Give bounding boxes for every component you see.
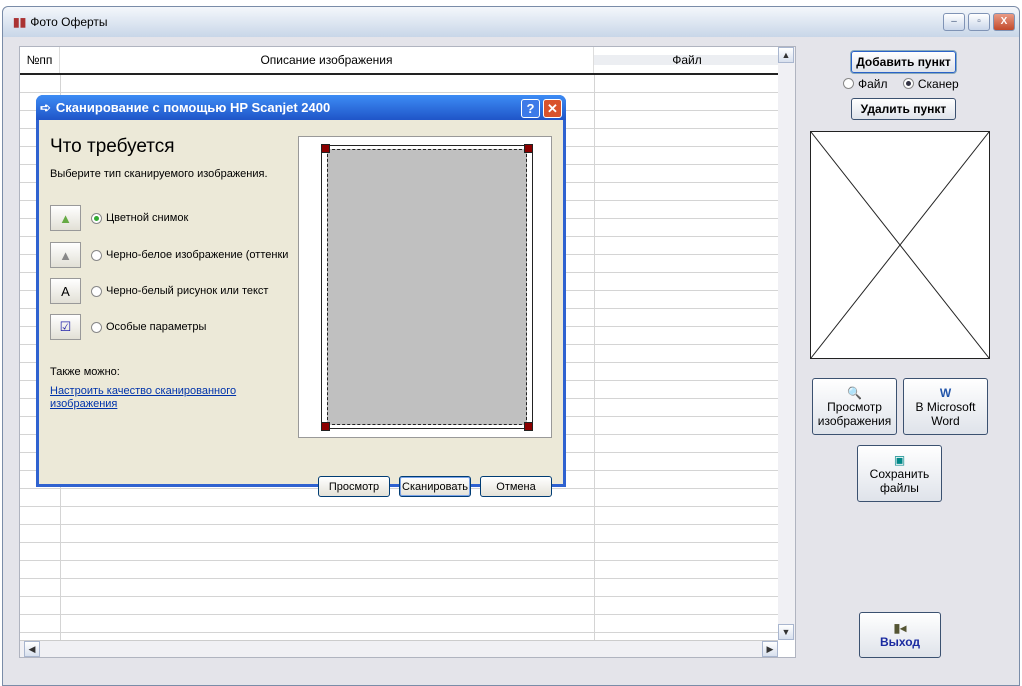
dialog-title: Сканирование с помощью HP Scanjet 2400: [55, 100, 331, 115]
col-file[interactable]: Файл: [594, 47, 780, 73]
scroll-right-button[interactable]: ▶: [762, 641, 778, 657]
title-bar: ▮▮ Фото Оферты – ▫ X: [3, 7, 1019, 37]
scan-dialog: ➪ Сканирование с помощью HP Scanjet 2400…: [36, 95, 566, 497]
option-grayscale[interactable]: ▲ Черно-белое изображение (оттенки: [50, 242, 288, 268]
magnifier-icon: 🔍: [847, 385, 862, 400]
scroll-left-button[interactable]: ◀: [24, 641, 40, 657]
export-word-button[interactable]: W В Microsoft Word: [903, 378, 988, 435]
dialog-title-bar: ➪ Сканирование с помощью HP Scanjet 2400…: [36, 95, 566, 120]
radio-file[interactable]: Файл: [843, 77, 888, 91]
col-number[interactable]: №пп: [20, 47, 60, 73]
window-title: Фото Оферты: [30, 15, 108, 29]
delete-item-button[interactable]: Удалить пункт: [851, 98, 956, 120]
add-item-button[interactable]: Добавить пункт: [851, 51, 956, 73]
color-photo-icon: ▲: [50, 205, 81, 231]
dialog-close-button[interactable]: ✕: [543, 99, 562, 118]
crop-handle[interactable]: [524, 144, 533, 153]
minimize-button[interactable]: –: [943, 13, 965, 31]
horizontal-scrollbar[interactable]: ◀ ▶: [20, 640, 778, 657]
crop-handle[interactable]: [524, 422, 533, 431]
dialog-subtitle: Выберите тип сканируемого изображения.: [50, 168, 268, 180]
exit-door-icon: ▮◂: [893, 621, 907, 635]
also-label: Также можно:: [50, 366, 120, 378]
crop-handle[interactable]: [321, 144, 330, 153]
preview-image-button[interactable]: 🔍 Просмотр изображения: [812, 378, 897, 435]
exit-button[interactable]: ▮◂ Выход: [859, 612, 941, 658]
preview-button[interactable]: Просмотр: [318, 476, 390, 497]
scan-quality-link[interactable]: Настроить качество сканированного изобра…: [50, 385, 260, 411]
maximize-button[interactable]: ▫: [968, 13, 990, 31]
scan-button[interactable]: Сканировать: [399, 476, 471, 497]
vertical-scrollbar[interactable]: ▲ ▼: [778, 47, 795, 640]
option-color-photo[interactable]: ▲ Цветной снимок: [50, 205, 188, 231]
close-button[interactable]: X: [993, 13, 1015, 31]
scroll-up-button[interactable]: ▲: [778, 47, 794, 63]
radio-scanner[interactable]: Сканер: [902, 77, 959, 91]
bw-text-icon: A: [50, 278, 81, 304]
scan-region[interactable]: [327, 149, 527, 425]
scan-preview-area[interactable]: [298, 136, 552, 438]
option-custom[interactable]: ☑ Особые параметры: [50, 314, 206, 340]
source-radio-group: Файл Сканер: [843, 77, 959, 91]
table-header: №пп Описание изображения Файл: [20, 47, 780, 75]
dialog-body: Что требуется Выберите тип сканируемого …: [39, 120, 563, 497]
option-bw-text[interactable]: A Черно-белый рисунок или текст: [50, 278, 268, 304]
app-books-icon: ▮▮: [13, 15, 27, 29]
crop-handle[interactable]: [321, 422, 330, 431]
save-files-button[interactable]: ▣ Сохранить файлы: [857, 445, 942, 502]
help-button[interactable]: ?: [521, 99, 540, 118]
grayscale-photo-icon: ▲: [50, 242, 81, 268]
scanner-icon: ➪: [40, 99, 51, 115]
dialog-heading: Что требуется: [50, 136, 175, 157]
col-description[interactable]: Описание изображения: [60, 47, 594, 73]
word-document-icon: W: [939, 385, 952, 400]
image-placeholder: [810, 131, 990, 359]
custom-settings-icon: ☑: [50, 314, 81, 340]
empty-image-icon: [810, 131, 990, 359]
cancel-button[interactable]: Отмена: [480, 476, 552, 497]
floppy-disk-icon: ▣: [893, 452, 906, 467]
scroll-down-button[interactable]: ▼: [778, 624, 794, 640]
